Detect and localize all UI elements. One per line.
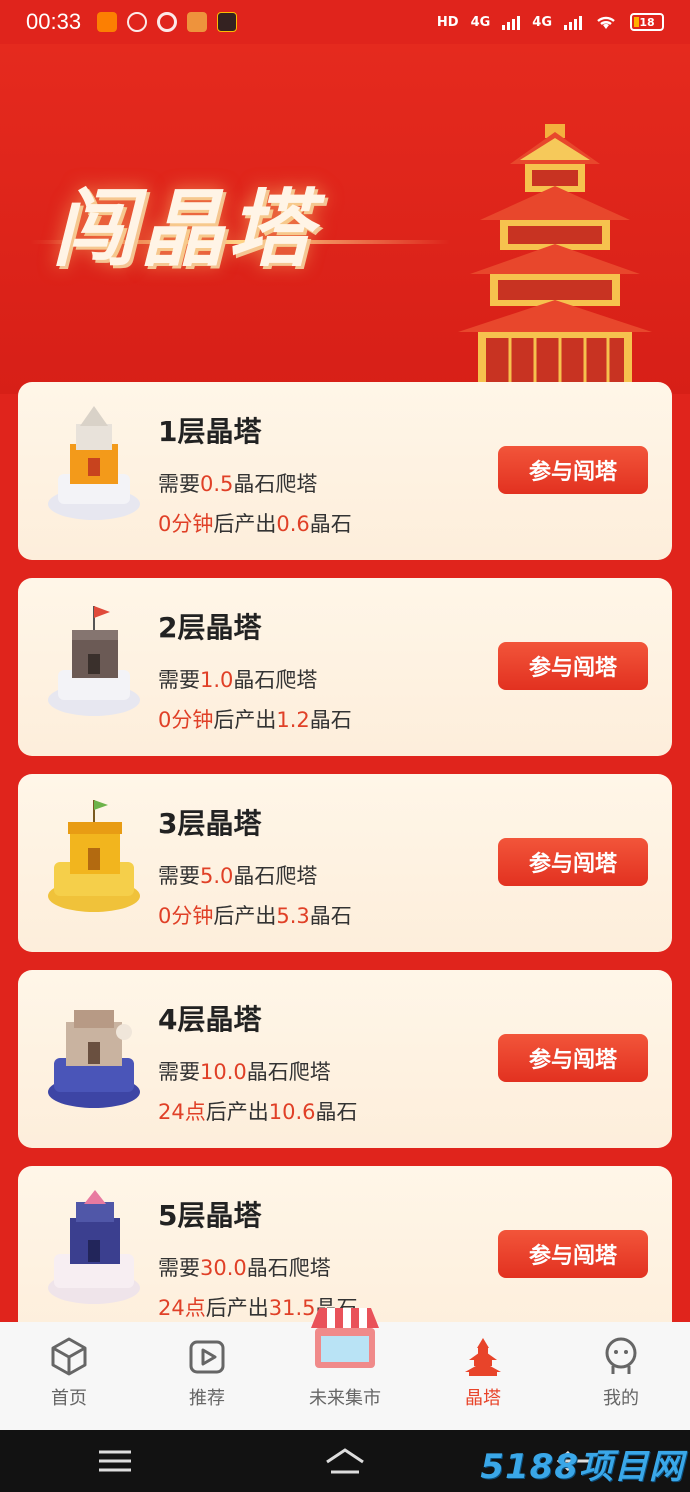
pagoda-illustration [458,124,652,384]
watermark: 5188项目网 [480,1447,684,1487]
system-nav-bar: 5188项目网 [0,1430,690,1492]
tab-label: 推荐 [189,1388,225,1409]
tower-title: 3层晶塔 [158,807,262,840]
play-icon [189,1340,225,1374]
game-notification-icon [187,12,208,32]
tower-output: 0分钟后产出0.6晶石 [158,512,352,536]
tower-title: 1层晶塔 [158,415,262,448]
profile-icon [605,1337,637,1374]
network-4g-label-2: 4G [532,14,552,30]
castle-icon [48,406,140,520]
store-icon [311,1308,379,1368]
tab-label: 未来集市 [309,1388,381,1409]
status-left: 00:33 [26,9,238,35]
tower-cost: 需要30.0晶石爬塔 [158,1256,331,1280]
tower-cost: 需要1.0晶石爬塔 [158,668,318,692]
signal-icon [502,14,521,30]
tab-tower[interactable]: 晶塔 [414,1322,552,1430]
tower-title: 4层晶塔 [158,1003,262,1036]
tower-cost: 需要0.5晶石爬塔 [158,472,318,496]
tab-home[interactable]: 首页 [0,1322,138,1430]
app-notification-icon [217,12,238,32]
castle-icon [48,1010,140,1108]
join-tower-button[interactable]: 参与闯塔 [498,446,648,494]
home-icon[interactable] [323,1446,367,1476]
join-tower-button[interactable]: 参与闯塔 [498,1034,648,1082]
qq-icon [127,12,148,32]
signal-icon-2 [564,14,582,30]
tower-cost: 需要10.0晶石爬塔 [158,1060,331,1084]
network-4g-label: 4G [470,14,491,30]
hero-banner: 闯晶塔 [0,44,690,394]
status-time: 00:33 [26,9,82,34]
tab-label: 我的 [603,1388,639,1409]
tower-list: 1层晶塔 需要0.5晶石爬塔 0分钟后产出0.6晶石 参与闯塔 2层晶塔 需要1… [18,382,672,1322]
hd-label: HD [436,14,459,30]
tower-output: 24点后产出10.6晶石 [158,1100,358,1124]
tab-label: 首页 [51,1388,87,1409]
cube-icon [51,1337,87,1376]
castle-icon [48,1190,140,1304]
tower-title: 2层晶塔 [158,611,262,644]
tower-card: 2层晶塔 需要1.0晶石爬塔 0分钟后产出1.2晶石 参与闯塔 [18,578,672,756]
tower-output: 0分钟后产出1.2晶石 [158,708,352,732]
tower-output: 0分钟后产出5.3晶石 [158,904,352,928]
status-right: HD 4G 4G 18 [437,13,664,31]
tab-recommend[interactable]: 推荐 [138,1322,276,1430]
tower-cost: 需要5.0晶石爬塔 [158,864,318,888]
join-tower-button[interactable]: 参与闯塔 [498,838,648,886]
battery-level: 18 [639,15,655,29]
castle-icon [48,606,140,716]
tower-card: 3层晶塔 需要5.0晶石爬塔 0分钟后产出5.3晶石 参与闯塔 [18,774,672,952]
browser-icon [157,12,178,32]
status-bar: 00:33 HD 4G 4G 18 [0,0,690,44]
app-notification-icon [97,12,118,32]
tower-card: 1层晶塔 需要0.5晶石爬塔 0分钟后产出0.6晶石 参与闯塔 [18,382,672,560]
tower-card: 4层晶塔 需要10.0晶石爬塔 24点后产出10.6晶石 参与闯塔 [18,970,672,1148]
page-title: 闯晶塔 [52,180,317,278]
castle-icon [48,800,140,912]
join-tower-button[interactable]: 参与闯塔 [498,1230,648,1278]
tab-profile[interactable]: 我的 [552,1322,690,1430]
battery-icon: 18 [630,13,664,31]
menu-icon[interactable] [93,1446,137,1476]
tower-card: 5层晶塔 需要30.0晶石爬塔 24点后产出31.5晶石 参与闯塔 [18,1166,672,1322]
tower-icon [465,1338,501,1376]
tower-title: 5层晶塔 [158,1199,262,1232]
wifi-icon [597,16,615,29]
join-tower-button[interactable]: 参与闯塔 [498,642,648,690]
tab-label: 晶塔 [465,1388,501,1409]
bottom-tab-bar: 首页 推荐 未来集市 晶塔 我的 [0,1308,690,1430]
tab-market[interactable]: 未来集市 [276,1308,414,1430]
